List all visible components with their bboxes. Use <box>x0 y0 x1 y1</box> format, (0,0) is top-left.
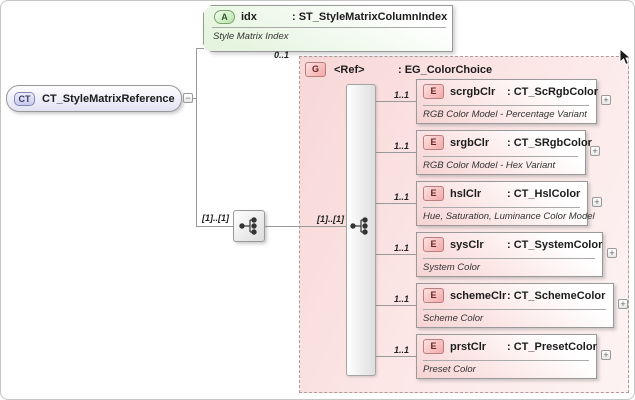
element-cardinality-label: 1..1 <box>393 294 409 304</box>
element-type: : CT_ScRgbColor <box>507 85 599 98</box>
element-node[interactable]: E prstClr : CT_PresetColor Preset Color <box>416 334 597 379</box>
element-cardinality-label: 1..1 <box>393 90 409 100</box>
element-annotation: Hue, Saturation, Luminance Color Model <box>423 211 595 222</box>
connector-choice-to-element <box>376 356 416 357</box>
element-type: : CT_SchemeColor <box>507 289 606 302</box>
xsd-diagram-canvas: CT CT_StyleMatrixReference − A idx : ST_… <box>0 0 635 400</box>
element-cardinality-label: 1..1 <box>393 192 409 202</box>
connector-sequence-to-group <box>265 226 355 227</box>
choice-compositor-icon <box>350 217 368 235</box>
element-name: prstClr <box>450 340 487 353</box>
element-separator <box>423 105 589 106</box>
element-node[interactable]: E scrgbClr : CT_ScRgbColor RGB Color Mod… <box>416 79 599 124</box>
element-name: schemeClr <box>450 289 507 302</box>
group-header: G <Ref> : EG_ColorChoice <box>305 62 492 77</box>
attribute-node[interactable]: A idx : ST_StyleMatrixColumnIndex Style … <box>203 5 453 52</box>
element-name: sysClr <box>450 238 484 251</box>
element-node[interactable]: E srgbClr : CT_SRgbColor RGB Color Model… <box>416 130 592 175</box>
element-name: srgbClr <box>450 136 490 149</box>
element-expand-button[interactable]: + <box>590 146 600 156</box>
attribute-name: idx <box>241 11 257 23</box>
element-separator <box>423 156 578 157</box>
element-node[interactable]: E hslClr : CT_HslColor Hue, Saturation, … <box>416 181 595 226</box>
element-separator <box>423 309 606 310</box>
connector-trunk-to-sequence <box>197 226 233 227</box>
connector-choice-to-element <box>376 254 416 255</box>
element-name: scrgbClr <box>450 85 496 98</box>
element-badge: E <box>423 186 444 201</box>
element-badge: E <box>423 84 444 99</box>
element-badge: E <box>423 288 444 303</box>
element-badge: E <box>423 135 444 150</box>
element-badge: E <box>423 237 444 252</box>
mouse-cursor-icon <box>619 48 632 66</box>
element-separator <box>423 360 589 361</box>
complextype-name: CT_StyleMatrixReference <box>42 92 175 105</box>
element-node[interactable]: E sysClr : CT_SystemColor System Color <box>416 232 603 277</box>
element-annotation: Scheme Color <box>423 313 484 324</box>
element-annotation: System Color <box>423 262 481 273</box>
element-cardinality-label: 1..1 <box>393 345 409 355</box>
element-annotation: RGB Color Model - Percentage Variant <box>423 109 587 120</box>
element-expand-button[interactable]: + <box>607 248 617 258</box>
group-cardinality-label: 0..1 <box>273 50 289 60</box>
connector-choice-to-element <box>376 203 416 204</box>
attribute-type: : ST_StyleMatrixColumnIndex <box>292 11 448 23</box>
element-type: : CT_PresetColor <box>507 340 597 353</box>
element-expand-button[interactable]: + <box>601 95 611 105</box>
element-type: : CT_HslColor <box>507 187 581 200</box>
sequence-compositor-icon <box>239 217 257 235</box>
element-expand-button[interactable]: + <box>601 350 611 360</box>
complextype-badge: CT <box>14 91 35 106</box>
group-name: <Ref> <box>334 63 365 76</box>
collapse-button[interactable]: − <box>183 93 193 103</box>
complextype-node[interactable]: CT CT_StyleMatrixReference <box>6 85 182 112</box>
element-cardinality-label: 1..1 <box>393 243 409 253</box>
element-annotation: Preset Color <box>423 364 476 375</box>
element-name: hslClr <box>450 187 482 200</box>
sequence-cardinality-label: [1]..[1] <box>202 213 229 223</box>
connector-trunk-vertical <box>196 48 197 227</box>
connector-choice-to-element <box>376 305 416 306</box>
choice-cardinality-label: [1]..[1] <box>317 214 344 224</box>
connector-choice-to-element <box>376 152 416 153</box>
attribute-badge: A <box>214 10 235 24</box>
attribute-annotation: Style Matrix Index <box>213 31 289 42</box>
element-separator <box>423 207 580 208</box>
attribute-separator <box>212 27 446 28</box>
group-badge: G <box>305 62 326 77</box>
element-expand-button[interactable]: + <box>592 197 602 207</box>
element-node[interactable]: E schemeClr : CT_SchemeColor Scheme Colo… <box>416 283 614 328</box>
element-expand-button[interactable]: + <box>618 299 628 309</box>
element-annotation: RGB Color Model - Hex Variant <box>423 160 556 171</box>
group-type: : EG_ColorChoice <box>398 63 493 76</box>
element-separator <box>423 258 595 259</box>
element-badge: E <box>423 339 444 354</box>
element-type: : CT_SystemColor <box>507 238 603 251</box>
element-cardinality-label: 1..1 <box>393 141 409 151</box>
connector-choice-to-element <box>376 101 416 102</box>
element-type: : CT_SRgbColor <box>507 136 592 149</box>
